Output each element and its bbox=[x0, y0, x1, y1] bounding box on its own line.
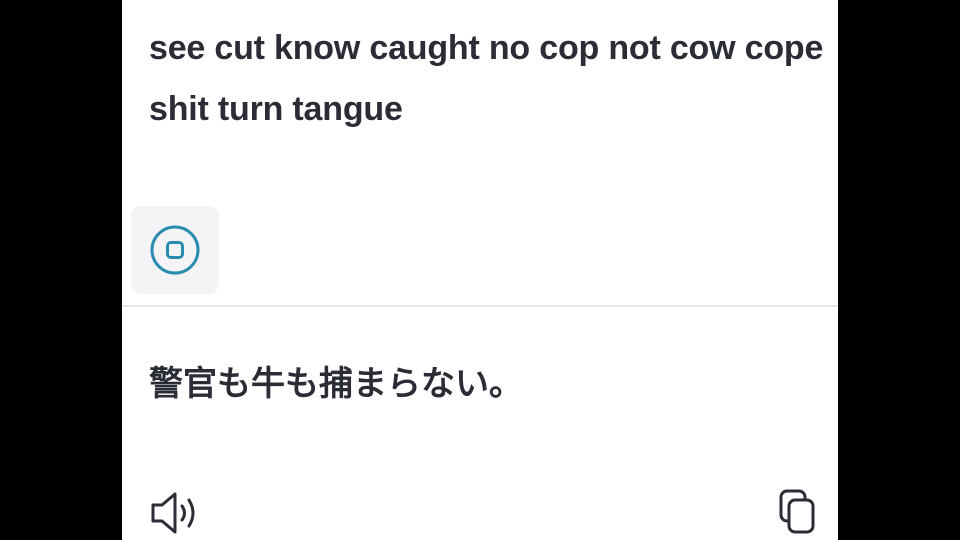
speak-button[interactable] bbox=[146, 486, 206, 540]
source-text: see cut know caught no cop not cow cope … bbox=[149, 29, 824, 128]
stop-circle-icon bbox=[150, 225, 200, 275]
translation-text: 警官も牛も捕まらない。 bbox=[149, 364, 523, 404]
speaker-icon bbox=[151, 492, 195, 534]
stop-recording-button[interactable] bbox=[131, 206, 219, 294]
divider bbox=[122, 305, 838, 307]
copy-icon bbox=[779, 489, 815, 534]
translation-panel: see cut know caught no cop not cow cope … bbox=[122, 0, 838, 540]
copy-button[interactable] bbox=[772, 484, 824, 540]
